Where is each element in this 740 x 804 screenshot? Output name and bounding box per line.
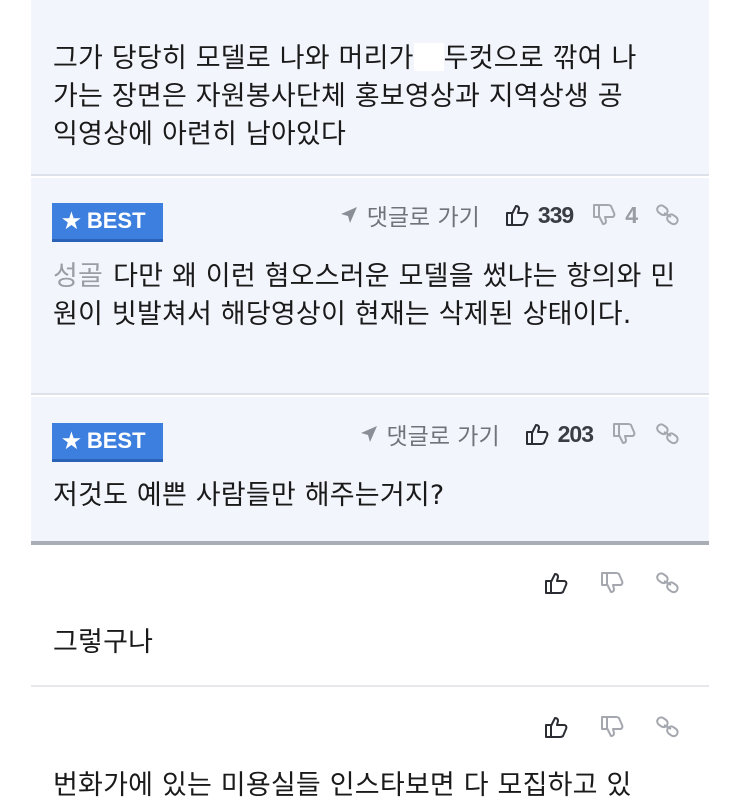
star-icon: ★ [62,429,81,453]
comment-line: 두컷으로 깎여 나 [443,43,637,74]
best-badge: ★ BEST [52,203,163,242]
comment-line: 그가 당당히 모델로 나와 머리가 [53,43,414,74]
like-button[interactable]: 203 [524,420,594,448]
best-badge-label: BEST [86,428,146,453]
nickname[interactable]: 성골 [53,261,103,292]
comment-line: 익영상에 아련히 남아있다 [53,119,347,150]
dislike-count: 4 [625,201,638,228]
dislike-button[interactable] [599,570,625,596]
reply-link[interactable]: 댓글로 가기 [339,198,480,232]
thumbs-up-icon [525,424,549,445]
like-count: 339 [537,201,574,228]
masked-region [413,43,444,71]
reply-arrow-icon [340,207,357,223]
comment-actions [513,709,681,745]
comment-page: 그가 당당히 모델로 나와 머리가 두컷으로 깎여 나 가는 장면은 자원봉사단체… [0,0,740,804]
comment-body: 그렇구나 [53,627,154,658]
link-icon [656,716,679,738]
comment-item: 그렇구나 [31,545,709,687]
link-icon [656,204,679,226]
link-icon [656,423,679,445]
comment-line: 가는 장면은 자원봉사단체 홍보영상과 지역상생 공 [53,81,623,112]
best-comment: ★ BEST 댓글로 가기 339 4 성골 다만 왜 이런 혐오스러운 모델을 … [31,178,709,395]
comment-meta: 댓글로 가기 339 4 [339,197,681,233]
share-link-button[interactable] [655,202,681,228]
reply-link-label: 댓글로 가기 [386,424,500,450]
comment-text: 그가 당당히 모델로 나와 머리가 두컷으로 깎여 나 가는 장면은 자원봉사단체… [53,40,689,154]
comment-text: 성골 다만 왜 이런 혐오스러운 모델을 썼냐는 항의와 민원이 빗발쳐서 해당영… [53,258,689,334]
comment-meta: 댓글로 가기 203 [359,416,682,452]
link-icon [656,572,679,594]
reply-link[interactable]: 댓글로 가기 [359,417,500,451]
star-icon: ★ [62,209,81,233]
thumbs-down-icon [601,572,624,593]
thumbs-up-icon [545,573,568,594]
like-button[interactable]: 339 [504,201,574,229]
comment-item: 번화가에 있는 미용실들 인스타보면 다 모집하고 있 [31,689,709,804]
reply-link-label: 댓글로 가기 [366,205,480,231]
like-button[interactable] [543,714,569,740]
comment-actions [513,565,681,601]
thumbs-down-icon [613,423,636,444]
dislike-button[interactable] [599,714,625,740]
comment-body: 번화가에 있는 미용실들 인스타보면 다 모집하고 있 [53,770,632,801]
like-count: 203 [557,420,594,447]
comment-body: 저것도 예쁜 사람들만 해주는거지? [53,480,445,511]
best-comment: 그가 당당히 모델로 나와 머리가 두컷으로 깎여 나 가는 장면은 자원봉사단체… [31,0,709,176]
best-badge: ★ BEST [52,423,163,462]
share-link-button[interactable] [655,714,681,740]
thumbs-up-icon [545,717,568,738]
share-link-button[interactable] [655,421,681,447]
thumbs-up-icon [505,205,529,226]
comment-body: 다만 왜 이런 혐오스러운 모델을 썼냐는 항의와 민원이 빗발쳐서 해당영상이… [53,261,676,330]
share-link-button[interactable] [655,570,681,596]
best-comment: ★ BEST 댓글로 가기 203 저것도 예쁜 사람들만 해주는거지? [31,397,709,539]
thumbs-down-icon [601,716,624,737]
like-button[interactable] [543,570,569,596]
best-badge-label: BEST [86,208,146,233]
dislike-button[interactable] [611,421,637,447]
dislike-button[interactable]: 4 [591,201,638,229]
reply-arrow-icon [360,426,377,442]
thumbs-down-icon [593,204,616,225]
